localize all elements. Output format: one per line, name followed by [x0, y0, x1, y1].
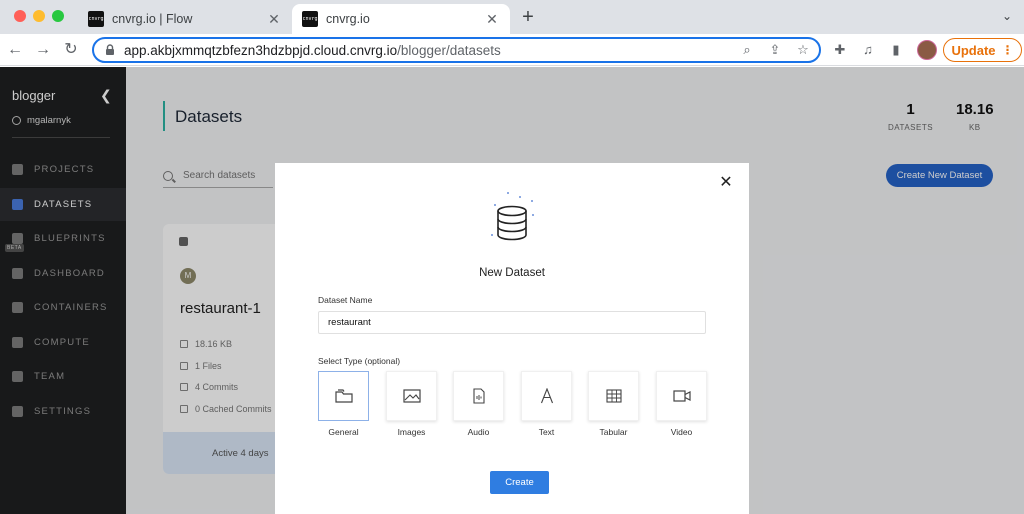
cnvrg-favicon-icon: cnvrg	[88, 11, 104, 27]
forward-arrow-icon[interactable]: →	[33, 40, 53, 60]
address-bar[interactable]: app.akbjxmmqtzbfezn3hdzbpjd.cloud.cnvrg.…	[92, 37, 821, 63]
browser-tab-flow[interactable]: cnvrg cnvrg.io | Flow ✕	[78, 4, 292, 34]
tab-close-icon[interactable]: ✕	[266, 11, 282, 27]
side-panel-icon[interactable]: ▮	[887, 41, 905, 59]
lock-icon	[106, 44, 114, 55]
browser-tab-cnvrg[interactable]: cnvrg cnvrg.io ✕	[292, 4, 510, 34]
media-control-icon[interactable]: ♫	[859, 41, 877, 59]
type-images-option[interactable]	[386, 371, 437, 421]
text-icon	[540, 388, 553, 404]
minimize-window-button[interactable]	[33, 10, 45, 22]
back-arrow-icon[interactable]: ←	[5, 40, 25, 60]
type-audio-label: Audio	[467, 427, 490, 437]
browser-toolbar: ← → ↻ app.akbjxmmqtzbfezn3hdzbpjd.cloud.…	[0, 34, 1024, 66]
maximize-window-button[interactable]	[52, 10, 64, 22]
more-menu-icon: ⋮	[1001, 43, 1014, 57]
tab-strip: cnvrg cnvrg.io | Flow ✕ cnvrg cnvrg.io ✕…	[0, 0, 1024, 34]
table-icon	[605, 389, 622, 403]
dataset-name-input[interactable]	[318, 311, 706, 334]
url-text: app.akbjxmmqtzbfezn3hdzbpjd.cloud.cnvrg.…	[124, 43, 501, 58]
type-text-label: Text	[538, 427, 555, 437]
profile-avatar[interactable]	[917, 40, 937, 60]
update-button[interactable]: Update ⋮	[943, 38, 1022, 62]
new-dataset-modal: ✕ New Dataset Dataset Name Select Type (…	[275, 163, 749, 514]
modal-title: New Dataset	[479, 267, 545, 279]
type-general-option[interactable]	[318, 371, 369, 421]
bookmark-star-icon[interactable]: ☆	[795, 42, 811, 58]
share-icon[interactable]: ⇪	[767, 42, 783, 58]
image-icon	[402, 389, 421, 403]
type-tabular-label: Tabular	[599, 427, 628, 437]
type-video-option[interactable]	[656, 371, 707, 421]
select-type-label: Select Type (optional)	[318, 356, 401, 366]
database-icon	[491, 192, 534, 241]
tab-close-icon[interactable]: ✕	[484, 11, 500, 27]
type-general-label: General	[328, 427, 359, 437]
video-icon	[672, 390, 691, 402]
extensions-puzzle-icon[interactable]: ✚	[831, 41, 849, 59]
folder-icon	[334, 389, 353, 403]
type-images-label: Images	[397, 427, 426, 437]
dataset-name-label: Dataset Name	[318, 295, 373, 305]
type-text-option[interactable]	[521, 371, 572, 421]
tab-search-chevron-icon[interactable]: ⌄	[1002, 9, 1012, 23]
tab-title: cnvrg.io | Flow	[112, 12, 193, 26]
new-tab-button[interactable]: +	[518, 7, 538, 27]
create-button[interactable]: Create	[490, 471, 549, 494]
type-video-label: Video	[670, 427, 693, 437]
type-tabular-option[interactable]	[588, 371, 639, 421]
tab-title: cnvrg.io	[326, 12, 370, 26]
close-window-button[interactable]	[14, 10, 26, 22]
audio-file-icon	[472, 388, 485, 404]
close-icon[interactable]: ✕	[718, 175, 734, 191]
cnvrg-favicon-icon: cnvrg	[302, 11, 318, 27]
type-audio-option[interactable]	[453, 371, 504, 421]
zoom-search-icon[interactable]: ⌕	[739, 42, 755, 58]
reload-icon[interactable]: ↻	[61, 40, 81, 60]
